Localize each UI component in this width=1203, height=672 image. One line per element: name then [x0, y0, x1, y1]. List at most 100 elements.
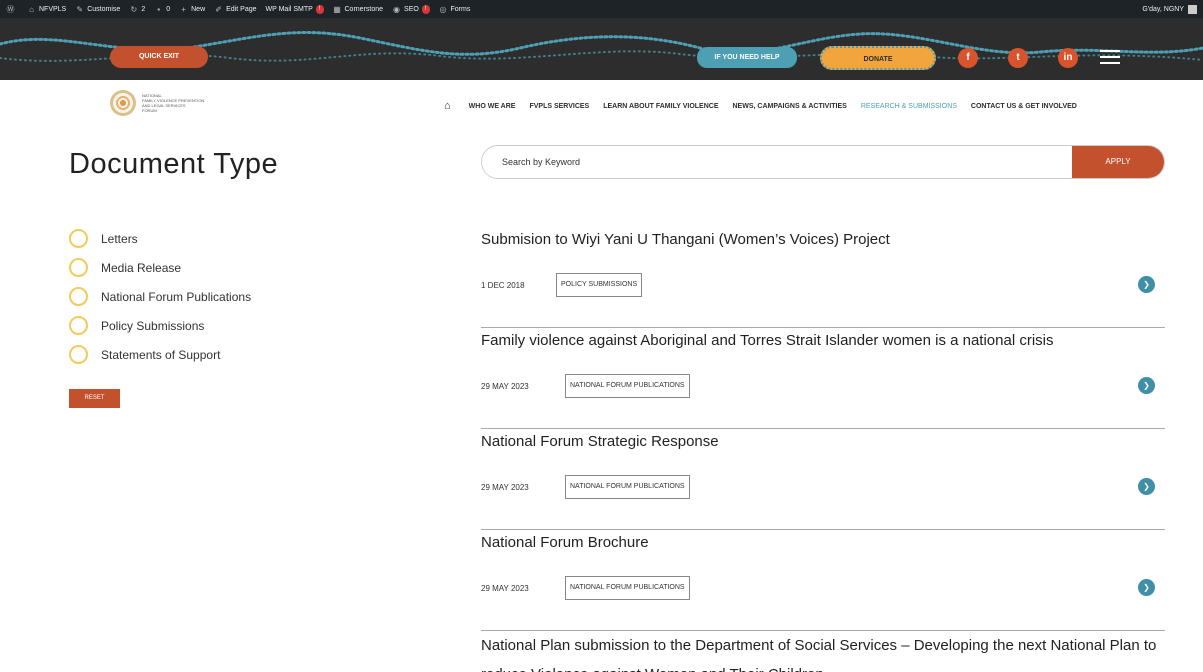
quick-exit-button[interactable]: QUICK EXIT — [110, 46, 208, 68]
result-title[interactable]: Submision to Wiyi Yani U Thangani (Women… — [481, 231, 890, 248]
alert-badge: ! — [421, 4, 430, 14]
site-logo[interactable]: NATIONAL FAMILY VIOLENCE PREVENTION AND … — [110, 90, 252, 116]
admin-bar-item-cornerstone[interactable]: ▦ Cornerstone — [333, 4, 384, 14]
radio-button[interactable] — [69, 229, 88, 248]
result-title[interactable]: Family violence against Aboriginal and T… — [481, 332, 1054, 349]
pencil-icon: ✐ — [215, 4, 222, 14]
radio-button[interactable] — [69, 258, 88, 277]
help-button[interactable]: IF YOU NEED HELP — [697, 47, 797, 68]
admin-bar-item-new[interactable]: + New — [179, 5, 205, 14]
nav-item-fvpls-services[interactable]: FVPLS SERVICES — [529, 103, 589, 110]
donate-button[interactable]: DONATE — [820, 46, 936, 70]
admin-bar-label: 2 — [141, 5, 146, 13]
admin-bar-account[interactable]: G'day, NGNY — [1142, 4, 1197, 14]
admin-bar-label: Customise — [87, 5, 121, 13]
linkedin-icon[interactable]: in — [1058, 48, 1078, 68]
radio-button[interactable] — [69, 316, 88, 335]
admin-bar-item-wordpress[interactable]: Ⓦ — [6, 5, 18, 14]
radio-button[interactable] — [69, 345, 88, 364]
twitter-icon[interactable]: t — [1008, 48, 1028, 68]
admin-bar-item-customise[interactable]: ✎ Customise — [75, 5, 120, 14]
admin-bar: Ⓦ ⌂ NFVPLS ✎ Customise ↻ 2 ▪ 0 + New ✐ Edit Pa… — [0, 0, 1203, 18]
admin-bar-label: 0 — [166, 5, 171, 13]
greeting: G'day, NGNY — [1142, 5, 1184, 13]
admin-bar-label: NFVPLS — [39, 5, 67, 13]
home-icon[interactable]: ⌂ — [444, 100, 451, 112]
list-item: Family violence against Aboriginal and T… — [481, 328, 1165, 429]
reset-button[interactable]: RESET — [69, 389, 120, 408]
filter-option-national-forum-publications[interactable]: National Forum Publications — [69, 282, 251, 311]
result-date: 29 MAY 2023 — [481, 382, 529, 391]
facebook-icon[interactable]: f — [958, 48, 978, 68]
logo-line: FORUM — [142, 108, 157, 113]
filter-option-letters[interactable]: Letters — [69, 224, 251, 253]
admin-bar-item-forms[interactable]: ◎ Forms — [439, 5, 471, 14]
nav-item-news[interactable]: NEWS, CAMPAIGNS & ACTIVITIES — [733, 103, 847, 110]
wordpress-icon: Ⓦ — [6, 4, 15, 14]
result-date: 1 DEC 2018 — [481, 281, 525, 290]
list-item: National Forum Strategic Response 29 MAY… — [481, 429, 1165, 530]
filter-option-policy-submissions[interactable]: Policy Submissions — [69, 311, 251, 340]
search-input[interactable] — [482, 146, 1074, 178]
admin-bar-label: WP Mail SMTP — [265, 5, 313, 13]
nav-item-learn[interactable]: LEARN ABOUT FAMILY VIOLENCE — [603, 103, 718, 110]
category-tag[interactable]: NATIONAL FORUM PUBLICATIONS — [565, 475, 690, 499]
results-list: Submision to Wiyi Yani U Thangani (Women… — [481, 227, 1165, 672]
filter-label: Media Release — [101, 260, 182, 275]
cornerstone-icon: ▦ — [333, 4, 341, 14]
main-nav: ⌂ WHO WE ARE FVPLS SERVICES LEARN ABOUT … — [444, 100, 1091, 112]
admin-bar-item-site[interactable]: ⌂ NFVPLS — [27, 5, 66, 14]
page-title: Document Type — [69, 148, 279, 180]
nav-item-who-we-are[interactable]: WHO WE ARE — [469, 103, 516, 110]
result-title[interactable]: National Plan submission to the Departme… — [481, 631, 1165, 672]
radio-button[interactable] — [69, 287, 88, 306]
result-title[interactable]: National Forum Brochure — [481, 534, 649, 551]
chevron-right-icon[interactable]: ❯ — [1138, 478, 1155, 495]
home-icon: ⌂ — [29, 4, 34, 14]
admin-bar-label: New — [191, 5, 206, 13]
admin-bar-label: SEO — [404, 5, 419, 13]
chevron-right-icon[interactable]: ❯ — [1138, 579, 1155, 596]
brush-icon: ✎ — [76, 4, 84, 14]
filter-label: National Forum Publications — [101, 289, 252, 304]
chevron-right-icon[interactable]: ❯ — [1138, 276, 1155, 293]
header-band: QUICK EXIT IF YOU NEED HELP DONATE f t i… — [0, 18, 1203, 80]
forms-icon: ◎ — [439, 4, 447, 14]
document-type-filters: Letters Media Release National Forum Pub… — [69, 224, 251, 369]
logo-emblem — [110, 90, 136, 116]
filter-label: Policy Submissions — [101, 318, 205, 333]
result-date: 29 MAY 2023 — [481, 483, 529, 492]
admin-bar-item-updates[interactable]: ↻ 2 — [129, 5, 145, 14]
admin-bar-item-smtp[interactable]: WP Mail SMTP! — [265, 4, 324, 14]
nav-item-research[interactable]: RESEARCH & SUBMISSIONS — [861, 103, 957, 110]
admin-bar-label: Cornerstone — [344, 5, 384, 13]
category-tag[interactable]: NATIONAL FORUM PUBLICATIONS — [565, 374, 690, 398]
refresh-icon: ↻ — [130, 4, 138, 14]
admin-bar-item-seo[interactable]: ◉ SEO! — [392, 4, 430, 14]
logo-text: NATIONAL FAMILY VIOLENCE PREVENTION AND … — [142, 93, 252, 113]
filter-option-media-release[interactable]: Media Release — [69, 253, 251, 282]
admin-bar-label: Edit Page — [226, 5, 257, 13]
admin-bar-item-comments[interactable]: ▪ 0 — [154, 5, 170, 14]
result-date: 29 MAY 2023 — [481, 584, 529, 593]
search-bar: APPLY — [481, 145, 1165, 179]
admin-bar-item-edit-page[interactable]: ✐ Edit Page — [214, 5, 256, 14]
result-title[interactable]: National Forum Strategic Response — [481, 433, 719, 450]
alert-badge: ! — [315, 4, 324, 14]
filter-label: Letters — [101, 231, 138, 246]
category-tag[interactable]: POLICY SUBMISSIONS — [556, 273, 643, 297]
list-item: Submision to Wiyi Yani U Thangani (Women… — [481, 227, 1165, 328]
list-item: National Forum Brochure 29 MAY 2023 NATI… — [481, 530, 1165, 631]
nav-item-contact[interactable]: CONTACT US & GET INVOLVED — [971, 103, 1077, 110]
hamburger-menu-icon[interactable] — [1100, 50, 1120, 64]
avatar — [1188, 4, 1197, 14]
chevron-right-icon[interactable]: ❯ — [1138, 377, 1155, 394]
admin-bar-label: Forms — [450, 5, 471, 13]
apply-button[interactable]: APPLY — [1072, 146, 1164, 178]
filter-option-statements-of-support[interactable]: Statements of Support — [69, 340, 251, 369]
plus-icon: + — [181, 4, 186, 14]
seo-icon: ◉ — [393, 4, 401, 14]
category-tag[interactable]: NATIONAL FORUM PUBLICATIONS — [565, 576, 690, 600]
comment-icon: ▪ — [157, 4, 161, 14]
filter-label: Statements of Support — [101, 347, 221, 362]
